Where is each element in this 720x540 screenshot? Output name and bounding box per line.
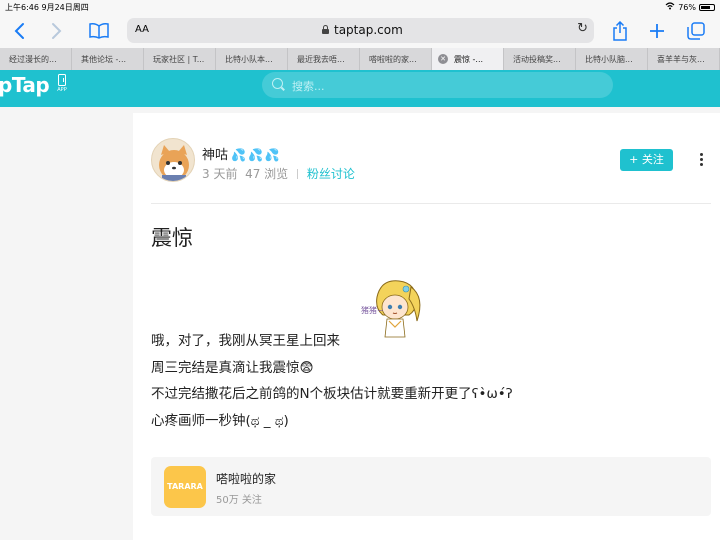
meta-divider [297,169,299,179]
back-icon[interactable] [6,18,32,44]
tab-label: 最近我去唔... [297,55,345,64]
post-body: 哦，对了，我刚从冥王星上回来 周三完结是真滴让我震惊😨 不过完结撒花后之前鸽的N… [151,328,513,434]
address-bar[interactable]: AA taptap.com ↻ [127,18,594,43]
tab-label: 其他论坛 -... [81,55,127,64]
group-followers: 50万 关注 [216,495,262,506]
category-link[interactable]: 粉丝讨论 [307,167,355,181]
post-meta: 3 天前 47 浏览 粉丝讨论 [202,165,355,182]
divider [151,203,711,204]
search-icon [272,78,283,89]
tab-4[interactable]: 最近我去唔... [288,48,360,70]
post-line: 不过完结撒花后之前鸽的N个板块估计就要重新开更了ʕ•̀ω•́ʔ [151,386,513,402]
status-bar: 上午6:46 9月24日周四 76% [0,0,720,14]
tab-7[interactable]: 活动投稿奖... [504,48,576,70]
tab-label: 震惊 -... [454,55,484,64]
status-time: 上午6:46 9月24日周四 [5,3,89,12]
tab-2[interactable]: 玩家社区 | T... [144,48,216,70]
tab-1[interactable]: 其他论坛 -... [72,48,144,70]
tab-label: 比特小队本... [225,55,273,64]
reload-icon[interactable]: ↻ [577,21,588,36]
post-line: 哦，对了，我刚从冥王星上回来 [151,333,340,349]
url-text: taptap.com [334,23,403,37]
post-time: 3 天前 [202,167,238,181]
avatar[interactable] [151,138,195,182]
tab-8[interactable]: 比特小队脑... [576,48,648,70]
battery-fill [701,5,710,9]
tab-label: 喜羊羊与灰... [657,55,705,64]
search-placeholder: 搜索... [292,80,325,93]
screen: 上午6:46 9月24日周四 76% AA taptap.com ↻ 经过漫长的… [0,0,720,540]
lock-icon [322,25,329,34]
tab-0[interactable]: 经过漫长的... [0,48,72,70]
phone-icon [58,74,66,86]
more-options-icon[interactable] [696,151,706,169]
post-line: 周三完结是真滴让我震惊😨 [151,359,314,376]
tab-3[interactable]: 比特小队本... [216,48,288,70]
new-tab-icon[interactable] [644,18,670,44]
close-tab-icon[interactable]: ✕ [438,54,448,64]
tab-label: 比特小队脑... [585,55,633,64]
app-label: APP [57,87,67,93]
status-right: 76% [665,2,715,12]
wifi-icon [665,2,675,12]
group-card[interactable]: TARARA 嗒啦啦的家 50万 关注 [151,457,711,516]
author-name[interactable]: 神咕 [202,148,228,163]
battery-percent: 76% [678,2,696,12]
group-name[interactable]: 嗒啦啦的家 [216,470,276,487]
forward-icon[interactable] [44,18,70,44]
battery-icon [699,3,715,11]
text-size-button[interactable]: AA [135,24,149,35]
post-line: 心疼画师一秒钟(ಥ _ ಥ) [151,412,289,429]
group-logo[interactable]: TARARA [164,466,206,508]
author-name-row[interactable]: 神咕 💦💦💦 [202,144,282,163]
tab-label: 嗒啦啦的家... [369,55,417,64]
tab-5[interactable]: 嗒啦啦的家... [360,48,432,70]
bookmarks-icon[interactable] [86,18,112,44]
sweat-drops-icon: 💦💦💦 [231,148,282,162]
post-title: 震惊 [151,226,193,250]
follow-button[interactable]: + 关注 [620,149,673,171]
app-download-button[interactable]: APP [55,74,69,96]
tabs-overview-icon[interactable] [683,18,709,44]
share-icon[interactable] [607,18,633,44]
tab-6-active[interactable]: ✕ 震惊 -... [432,48,504,70]
site-header: pTap APP 搜索... [0,70,720,107]
tab-bar: 经过漫长的... 其他论坛 -... 玩家社区 | T... 比特小队本... … [0,48,720,70]
post-views: 47 浏览 [245,167,289,181]
search-input[interactable]: 搜索... [262,72,613,98]
browser-toolbar: AA taptap.com ↻ [0,14,720,48]
tab-9[interactable]: 喜羊羊与灰... [648,48,720,70]
tab-label: 经过漫长的... [9,55,57,64]
tab-label: 玩家社区 | T... [153,55,205,64]
taptap-logo[interactable]: pTap [0,73,50,97]
sticker-caption: 猪猪~ [361,305,384,315]
tab-label: 活动投稿奖... [513,55,561,64]
post-card: 神咕 💦💦💦 3 天前 47 浏览 粉丝讨论 + 关注 震惊 猪猪~ 哦，对了，… [133,113,720,540]
